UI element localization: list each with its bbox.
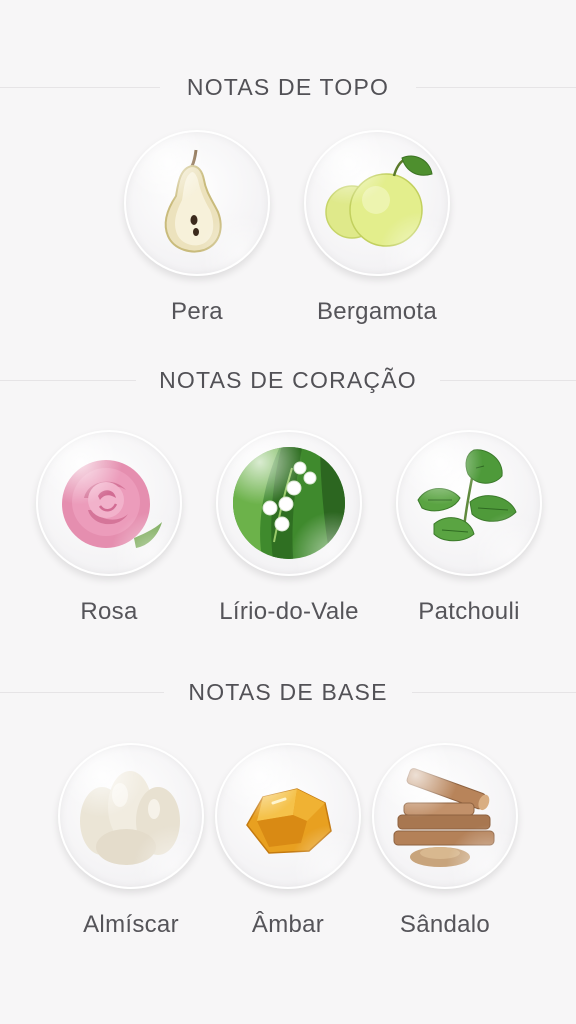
note-label: Pera [171,298,223,325]
pear-icon [164,149,222,253]
note-label: Âmbar [251,911,325,938]
note-bubble [396,430,542,576]
lily-of-the-valley-icon [233,447,345,559]
bergamot-icon [325,155,433,247]
sandalwood-icon [393,768,495,867]
section-heading-row: NOTAS DE TOPO [0,72,576,102]
note-label: Patchouli [418,598,520,625]
section-top-notes: NOTAS DE TOPO Pera Bergamota [0,72,576,325]
section-heart-notes: NOTAS DE CORAÇÃO Rosa Lírio-do-Vale Patc… [0,365,576,625]
note-label: Sândalo [399,911,491,938]
note-item-musk[interactable]: Almíscar [46,743,216,939]
rose-icon [62,460,162,548]
divider-right [416,87,576,88]
note-bubble [124,130,270,276]
section-base-notes: NOTAS DE BASE Almíscar Âmbar Sândalo [0,677,576,938]
note-item-lily-of-the-valley[interactable]: Lírio-do-Vale [204,430,374,626]
divider-right [412,692,576,693]
note-bubble [372,743,518,889]
note-label: Almíscar [83,911,179,938]
note-bubble [36,430,182,576]
musk-icon [80,771,180,865]
note-item-rose[interactable]: Rosa [24,430,194,626]
note-item-pear[interactable]: Pera [112,130,282,326]
section-heading-row: NOTAS DE CORAÇÃO [0,365,576,395]
note-item-amber[interactable]: Âmbar [203,743,373,939]
note-label: Bergamota [316,298,438,325]
note-bubble [304,130,450,276]
note-label: Rosa [80,598,138,625]
patchouli-icon [417,449,517,542]
note-item-sandalwood[interactable]: Sândalo [360,743,530,939]
note-item-bergamot[interactable]: Bergamota [292,130,462,326]
note-bubble [216,430,362,576]
divider-right [440,380,576,381]
note-bubble [58,743,204,889]
note-label: Lírio-do-Vale [219,598,359,625]
section-heading-row: NOTAS DE BASE [0,677,576,707]
note-bubble [215,743,361,889]
amber-icon [246,788,332,854]
note-item-patchouli[interactable]: Patchouli [384,430,554,626]
